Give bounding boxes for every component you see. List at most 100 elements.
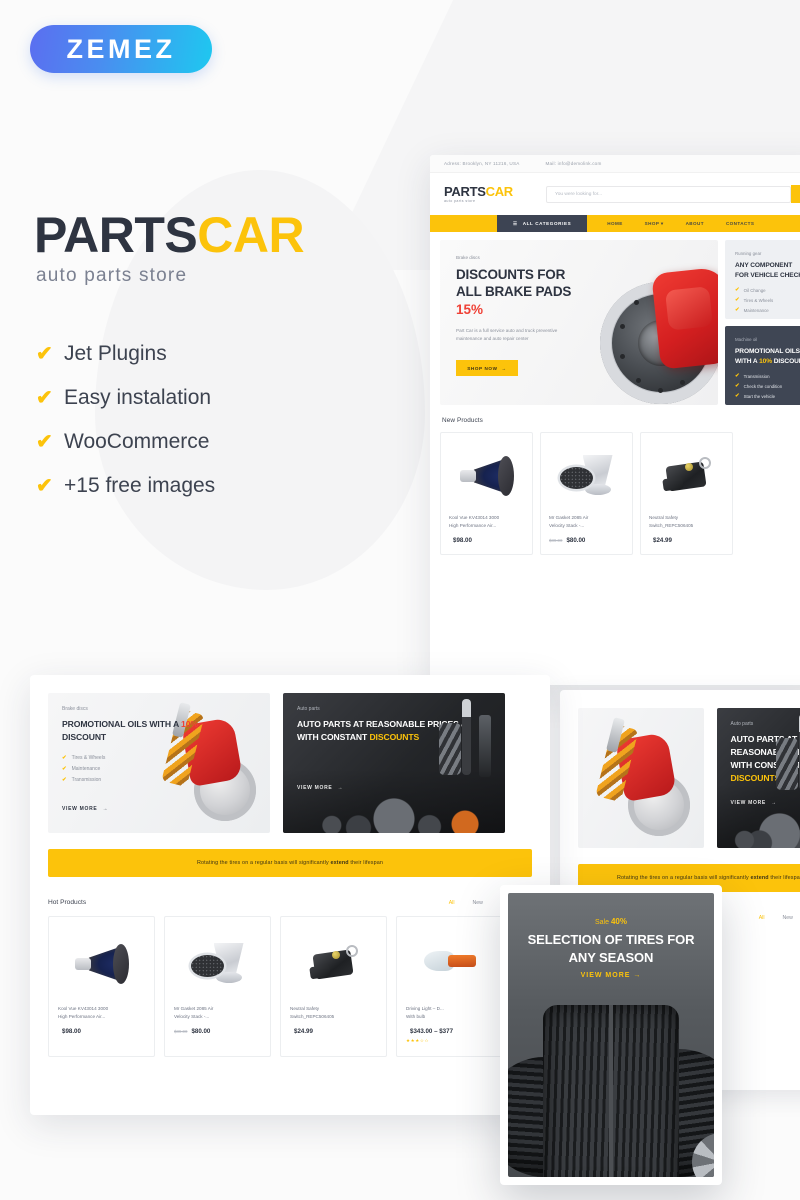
all-categories-button[interactable]: ☰ ALL CATEGORIES (497, 215, 588, 232)
promo-title: PROMOTIONAL OILS WITH A 10% DISCOUNT (62, 719, 198, 742)
list-item: ✔ Maintenance (62, 766, 105, 772)
side-card-title-line1: ANY COMPONENT (735, 262, 793, 269)
nav-item-shop[interactable]: SHOP ▾ (645, 221, 664, 227)
search-button[interactable]: ⚲ (791, 185, 800, 203)
side-card-kicker: Running gear (735, 251, 762, 256)
tire-view-more-button[interactable]: VIEW MORE → (508, 972, 714, 979)
tire-title-line2: ANY SEASON (568, 950, 654, 966)
check-icon: ✔ (735, 307, 740, 314)
tab-all[interactable]: All (449, 900, 455, 906)
product-card[interactable]: Mr Gasket 2085 Air Velocity Stack -... $… (164, 916, 271, 1057)
wheel-rim-illustration (692, 1133, 714, 1177)
product-name: Mr Gasket 2085 Air Velocity Stack -... (174, 1006, 214, 1020)
side-card-item-label: Oil Change (743, 287, 766, 293)
site-header: PARTSCAR auto parts store You were looki… (430, 173, 800, 215)
site-logo[interactable]: PARTSCAR auto parts store (444, 185, 524, 203)
feature-list: ✔ Jet Plugins ✔ Easy instalation ✔ WooCo… (36, 342, 215, 518)
feature-label: Easy instalation (64, 386, 212, 409)
side-card-title: ANY COMPONENT FOR VEHICLE CHECK (735, 261, 800, 280)
shop-now-button[interactable]: SHOP NOW → (456, 360, 518, 376)
site-navbar: ☰ ALL CATEGORIES HOME SHOP ▾ ABOUT CONTA… (430, 215, 800, 232)
promo-row: Brake discs PROMOTIONAL OILS WITH A 10% … (30, 675, 550, 833)
topbar-mail: Mail: info@demolink.com (545, 161, 602, 166)
promo-card-auto-parts[interactable]: Auto parts AUTO PARTS AT REASONABLE PRIC… (716, 708, 800, 848)
tab-new[interactable]: New (472, 900, 482, 906)
side-card-machine-oil[interactable]: Machine oil PROMOTIONAL OILS WITH A 10% … (725, 326, 800, 405)
product-name: Driving Light – D... With bulb (406, 1006, 444, 1020)
promo-card-oils[interactable]: Brake discs PROMOTIONAL OILS WITH A 10% … (48, 693, 270, 833)
search-placeholder: You were looking for... (555, 191, 603, 197)
hero-title-line2: ALL BRAKE PADS (456, 284, 572, 300)
product-rating: ★★★☆☆ (406, 1037, 430, 1043)
hot-products-heading: Hot Products (48, 899, 87, 906)
promo-kicker: Auto parts (297, 706, 320, 712)
product-image (406, 927, 493, 1001)
side-card-title-line2: FOR VEHICLE CHECK (735, 271, 800, 279)
side-cards-column: Running gear ANY COMPONENT FOR VEHICLE C… (725, 240, 800, 405)
auto-parts-pile-illustration (283, 769, 505, 833)
promo-kicker: Brake discs (62, 706, 88, 712)
product-price: $98.00 (58, 1028, 145, 1035)
nav-item-about[interactable]: ABOUT (686, 221, 704, 227)
product-price: $89.00 $80.00 (174, 1028, 261, 1035)
nav-item-home[interactable]: HOME (607, 221, 622, 227)
list-item: ✔ Transmission (62, 777, 105, 783)
new-products-heading: New Products (442, 417, 483, 424)
list-item: ✔ WooCommerce (36, 430, 215, 454)
product-card[interactable]: Driving Light – D... With bulb $343.00 –… (396, 916, 503, 1057)
product-price: $98.00 (449, 537, 524, 544)
hero-title: DISCOUNTS FOR ALL BRAKE PADS (456, 266, 571, 301)
product-card[interactable]: Neutral Safety Switch_REPC506405 $24.99 (280, 916, 387, 1057)
product-current-price: $80.00 (191, 1027, 211, 1035)
arrow-right-icon: → (633, 972, 642, 979)
feature-label: +15 free images (64, 474, 216, 497)
list-item: ✔ Maintenance (735, 307, 800, 313)
tire-promo-card[interactable]: Sale 40% SELECTION OF TIRES FOR ANY SEAS… (500, 885, 722, 1185)
list-item: ✔ Tires & Wheels (62, 755, 105, 761)
site-logo-accent: CAR (485, 184, 514, 199)
site-topbar: Adress: Brooklyn, NY 11216, USA Mail: in… (430, 155, 800, 173)
tire-sale-label: Sale 40% (595, 917, 627, 926)
check-icon: ✔ (62, 755, 67, 761)
brake-disc-illustration (586, 266, 718, 405)
promo-item-label: Maintenance (71, 766, 101, 772)
hero-banner[interactable]: Brake discs DISCOUNTS FOR ALL BRAKE PADS… (440, 240, 718, 405)
promo-card-oils[interactable] (578, 708, 704, 848)
ticker-text: Rotating the tires on a regular basis wi… (196, 860, 384, 866)
product-image (549, 442, 624, 510)
site-logo-sub: auto parts store (444, 199, 476, 203)
tire-promo-title: SELECTION OF TIRES FOR ANY SEASON (520, 931, 702, 968)
product-card[interactable]: Mr Gasket 2085 Air Velocity Stack -... $… (540, 432, 633, 555)
arrow-right-icon: → (501, 365, 507, 371)
side-card-title: PROMOTIONAL OILS WITH A 10% DISCOUNT (735, 347, 800, 366)
promo-card-auto-parts[interactable]: Auto parts AUTO PARTS AT REASONABLE PRIC… (283, 693, 505, 833)
product-current-price: $24.99 (653, 536, 672, 544)
product-image (449, 442, 524, 510)
tab-new[interactable]: New (782, 915, 792, 921)
tab-all[interactable]: All (759, 915, 765, 921)
product-card[interactable]: Kool Vue KV43014 3000 High Performance A… (48, 916, 155, 1057)
product-current-price: $98.00 (453, 536, 472, 544)
promo-mockup-primary: Brake discs PROMOTIONAL OILS WITH A 10% … (30, 675, 550, 1115)
product-card[interactable]: Neutral Safety Switch_REPC506405 $24.99 (640, 432, 733, 555)
list-item: ✔ Transmission (735, 373, 800, 379)
side-card-list: ✔ Oil Change ✔ Tires & Wheels ✔ Maintenance (735, 287, 800, 313)
nav-item-contacts[interactable]: CONTACTS (726, 221, 754, 227)
search-input[interactable]: You were looking for... (546, 185, 791, 203)
page-title-accent: CAR (197, 207, 305, 263)
site-logo-dark: PARTS (444, 184, 486, 199)
zemez-logo-badge[interactable]: ZEMEZ (30, 25, 212, 73)
list-item: ✔ Jet Plugins (36, 342, 215, 366)
product-image (290, 927, 377, 1001)
side-card-item-label: Check the condition (743, 383, 783, 389)
ticker-text: Rotating the tires on a regular basis wi… (616, 875, 800, 881)
product-card[interactable]: Kool Vue KV43014 3000 High Performance A… (440, 432, 533, 555)
list-item: ✔ Tires & Wheels (735, 297, 800, 303)
product-name: Kool Vue KV43014 3000 High Performance A… (449, 515, 500, 529)
feature-label: Jet Plugins (64, 342, 167, 365)
product-image (58, 927, 145, 1001)
all-categories-label: ALL CATEGORIES (522, 221, 572, 226)
side-card-title-line1: PROMOTIONAL OILS (735, 348, 800, 355)
promo-view-more-button[interactable]: VIEW MORE → (62, 806, 108, 812)
side-card-running-gear[interactable]: Running gear ANY COMPONENT FOR VEHICLE C… (725, 240, 800, 319)
